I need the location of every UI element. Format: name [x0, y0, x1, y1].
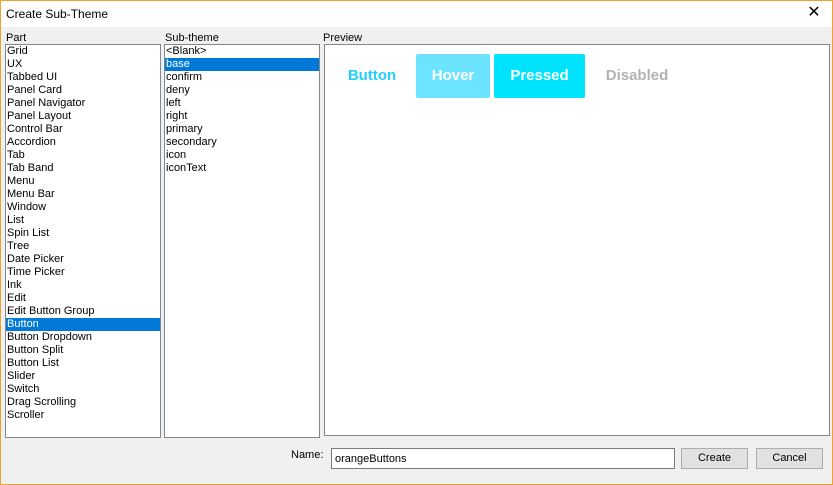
- part-list-item[interactable]: Spin List: [6, 227, 160, 240]
- part-list-item[interactable]: Switch: [6, 383, 160, 396]
- part-list-item[interactable]: Scroller: [6, 409, 160, 422]
- part-list-item[interactable]: Tab Band: [6, 162, 160, 175]
- part-list-item[interactable]: UX: [6, 58, 160, 71]
- preview-panel: Button Hover Pressed Disabled: [324, 44, 830, 436]
- subtheme-list-item[interactable]: confirm: [165, 71, 319, 84]
- subtheme-list[interactable]: <Blank> base confirm deny left right primary se…: [164, 44, 320, 438]
- part-list-item[interactable]: Button: [6, 318, 160, 331]
- part-list-item[interactable]: Accordion: [6, 136, 160, 149]
- part-list[interactable]: Grid UX Tabbed UI Panel Card Panel Navigator…: [5, 44, 161, 438]
- subtheme-list-item[interactable]: deny: [165, 84, 319, 97]
- close-icon[interactable]: ✕: [804, 3, 824, 23]
- part-list-item[interactable]: Panel Navigator: [6, 97, 160, 110]
- subtheme-list-item[interactable]: base: [165, 58, 319, 71]
- part-label: Part: [6, 32, 27, 44]
- part-list-item[interactable]: Control Bar: [6, 123, 160, 136]
- preview-label: Preview: [323, 32, 363, 44]
- preview-button-disabled: Disabled: [605, 67, 669, 84]
- part-list-item[interactable]: Panel Layout: [6, 110, 160, 123]
- part-list-item[interactable]: Slider: [6, 370, 160, 383]
- part-list-item[interactable]: Button Dropdown: [6, 331, 160, 344]
- part-list-item[interactable]: Button List: [6, 357, 160, 370]
- subtheme-list-item[interactable]: <Blank>: [165, 45, 319, 58]
- create-subtheme-dialog: Create Sub-Theme ✕ Part Grid UX Tabbed UI P…: [0, 0, 833, 485]
- part-list-item[interactable]: Ink: [6, 279, 160, 292]
- part-list-item[interactable]: Window: [6, 201, 160, 214]
- part-list-item[interactable]: Button Split: [6, 344, 160, 357]
- part-list-item[interactable]: Tabbed UI: [6, 71, 160, 84]
- part-list-item[interactable]: Tree: [6, 240, 160, 253]
- subtheme-list-item[interactable]: primary: [165, 123, 319, 136]
- part-list-item[interactable]: Time Picker: [6, 266, 160, 279]
- cancel-button[interactable]: Cancel: [756, 448, 823, 469]
- title-bar: Create Sub-Theme ✕: [1, 1, 832, 27]
- subtheme-list-item[interactable]: left: [165, 97, 319, 110]
- create-button[interactable]: Create: [681, 448, 748, 469]
- part-list-item[interactable]: Grid: [6, 45, 160, 58]
- part-list-item[interactable]: Edit: [6, 292, 160, 305]
- subtheme-list-item[interactable]: iconText: [165, 162, 319, 175]
- preview-button-hover[interactable]: Hover: [416, 54, 490, 98]
- preview-button-pressed[interactable]: Pressed: [494, 54, 585, 98]
- part-list-item[interactable]: Tab: [6, 149, 160, 162]
- subtheme-list-item[interactable]: right: [165, 110, 319, 123]
- part-list-item[interactable]: Panel Card: [6, 84, 160, 97]
- preview-button-normal[interactable]: Button: [337, 54, 407, 98]
- part-list-item[interactable]: Drag Scrolling: [6, 396, 160, 409]
- subtheme-list-item[interactable]: secondary: [165, 136, 319, 149]
- part-list-item[interactable]: Edit Button Group: [6, 305, 160, 318]
- part-list-item[interactable]: Menu Bar: [6, 188, 160, 201]
- part-list-item[interactable]: List: [6, 214, 160, 227]
- name-input[interactable]: [331, 448, 675, 469]
- part-list-item[interactable]: Menu: [6, 175, 160, 188]
- part-list-item[interactable]: Date Picker: [6, 253, 160, 266]
- subtheme-list-item[interactable]: icon: [165, 149, 319, 162]
- name-label: Name:: [291, 449, 324, 461]
- dialog-title: Create Sub-Theme: [6, 7, 109, 21]
- subtheme-label: Sub-theme: [165, 32, 219, 44]
